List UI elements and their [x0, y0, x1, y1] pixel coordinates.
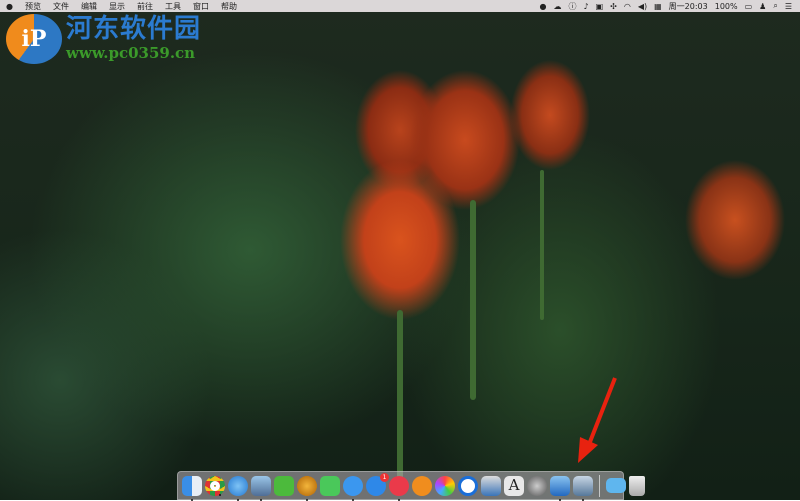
menu-bar: ● 预览 文件 编辑 显示 前往 工具 窗口 帮助 ● ☁ ⓘ ♪ ▣ ✣ ◠ … [0, 0, 800, 12]
logo-badge-icon: iP [6, 14, 62, 64]
battery-icon[interactable]: ▭ [745, 2, 753, 11]
lock-icon[interactable]: ▣ [596, 2, 604, 11]
menu-view[interactable]: 显示 [103, 1, 131, 12]
dock-finder-icon[interactable] [182, 476, 202, 496]
wifi-icon[interactable]: ◠ [624, 2, 631, 11]
dock-preview-icon[interactable] [251, 476, 271, 496]
dock-chrome-icon[interactable] [205, 476, 225, 496]
tulip-stem [397, 310, 403, 480]
menu-preview[interactable]: 预览 [19, 1, 47, 12]
1password-icon[interactable]: ⓘ [568, 1, 576, 12]
dock-itunes-icon[interactable] [389, 476, 409, 496]
dock-xmind-icon[interactable] [274, 476, 294, 496]
dock-facetime-icon[interactable] [320, 476, 340, 496]
battery-percent[interactable]: 100% [715, 2, 738, 11]
watermark-site-name: 河东软件园 [66, 14, 201, 44]
dock-photos-icon[interactable] [435, 476, 455, 496]
dock-1password-icon[interactable] [458, 476, 478, 496]
dock-migration-icon[interactable] [550, 476, 570, 496]
apple-menu-icon[interactable]: ● [0, 2, 19, 11]
tulip-stem [540, 170, 544, 320]
dock-system-preferences-icon[interactable] [527, 476, 547, 496]
dock-app-store-icon[interactable]: 1 [366, 476, 386, 496]
dock-folder-icon[interactable] [606, 478, 626, 493]
clock[interactable]: 周一20:03 [669, 1, 708, 12]
record-icon[interactable]: ● [539, 2, 546, 11]
input-method-icon[interactable]: ▦ [654, 2, 662, 11]
notification-center-icon[interactable]: ☰ [785, 2, 792, 11]
dock-messages-icon[interactable] [343, 476, 363, 496]
dock-separator-resize-handle[interactable] [599, 475, 600, 497]
tulip-stem [470, 200, 476, 400]
menu-edit[interactable]: 编辑 [75, 1, 103, 12]
user-icon[interactable]: ♟ [759, 2, 766, 11]
menu-go[interactable]: 前往 [131, 1, 159, 12]
menu-tools[interactable]: 工具 [159, 1, 187, 12]
dock-safari-icon[interactable] [228, 476, 248, 496]
menu-file[interactable]: 文件 [47, 1, 75, 12]
notification-bell-icon[interactable]: ♪ [583, 2, 588, 11]
dock-butterfly-icon[interactable] [297, 476, 317, 496]
bluetooth-icon[interactable]: ✣ [610, 2, 617, 11]
volume-icon[interactable]: ◀) [638, 2, 647, 11]
menu-window[interactable]: 窗口 [187, 1, 215, 12]
desktop-wallpaper [0, 0, 800, 500]
annotation-arrow-icon [570, 375, 620, 465]
dock-trash-icon[interactable] [629, 476, 645, 496]
app-store-badge: 1 [380, 473, 389, 482]
dock-font-book-icon[interactable]: A [504, 476, 524, 496]
watermark-logo: iP 河东软件园 www.pc0359.cn [6, 14, 201, 64]
dock-photo-viewer-icon[interactable] [573, 476, 593, 496]
spotlight-search-icon[interactable]: ⌕ [773, 1, 777, 11]
watermark-url: www.pc0359.cn [66, 44, 201, 62]
dock-ibooks-icon[interactable] [412, 476, 432, 496]
cloud-icon[interactable]: ☁ [553, 2, 561, 11]
menu-help[interactable]: 帮助 [215, 1, 243, 12]
dock: 1 A [177, 471, 624, 500]
dock-image-capture-icon[interactable] [481, 476, 501, 496]
